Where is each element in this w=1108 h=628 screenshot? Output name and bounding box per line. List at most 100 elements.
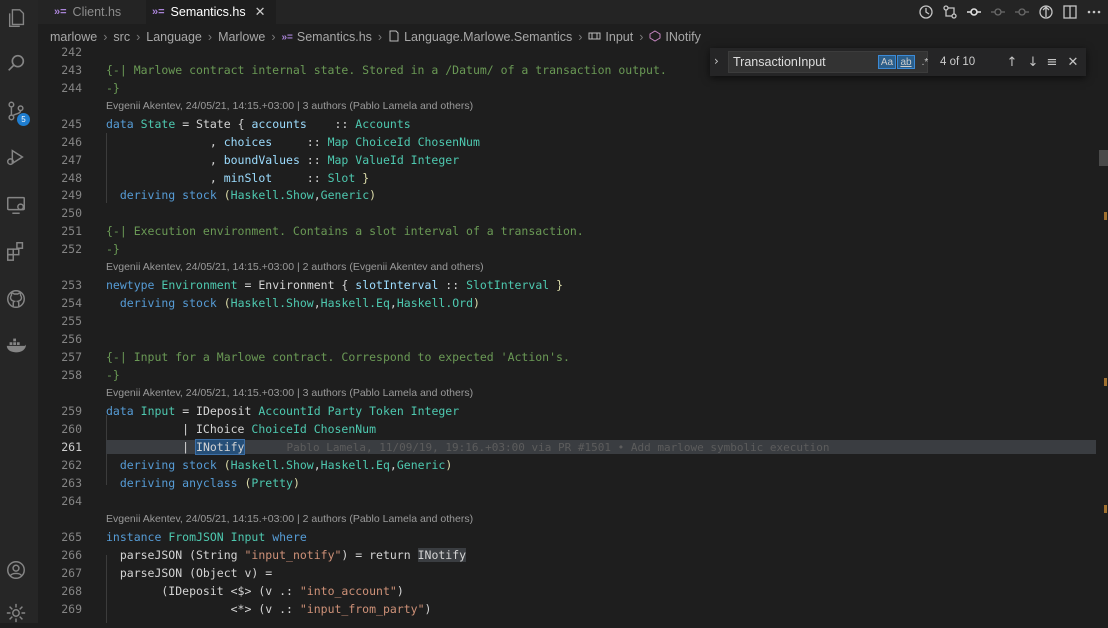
whole-word-toggle[interactable]: ab	[897, 55, 915, 69]
line-number: 245	[61, 117, 82, 131]
tab-semantics-hs[interactable]: »= Semantics.hs ✕	[146, 0, 276, 24]
line-number: 263	[61, 476, 82, 490]
line-number: 265	[61, 530, 82, 544]
search-match-highlight: INotify	[195, 439, 246, 455]
account-icon[interactable]	[1, 555, 31, 585]
breadcrumb-item[interactable]: Language	[146, 30, 202, 44]
breadcrumb-item[interactable]: marlowe	[50, 30, 97, 44]
line-number: 257	[61, 350, 82, 364]
line-number: 249	[61, 188, 82, 202]
haskell-icon: »=	[152, 6, 165, 18]
code-line: parseJSON (String "input_notify") = retu…	[106, 548, 467, 562]
chevron-right-icon: ›	[103, 30, 108, 44]
blame-annotation[interactable]: Evgenii Akentev, 24/05/21, 14:15.+03:00 …	[106, 513, 473, 525]
code-line: deriving stock (Haskell.Show,Generic)	[106, 188, 377, 202]
line-number: 267	[61, 566, 82, 580]
chevron-right-icon[interactable]: ›	[714, 54, 719, 68]
find-in-selection-icon[interactable]: ≡	[1044, 54, 1060, 70]
breadcrumb-item[interactable]: Marlowe	[218, 30, 265, 44]
chevron-right-icon: ›	[271, 30, 276, 44]
breadcrumb-item[interactable]: Semantics.hs	[297, 30, 372, 44]
code-line: deriving stock (Haskell.Show,Haskell.Eq,…	[106, 458, 453, 472]
line-number: 262	[61, 458, 82, 472]
compare-changes-icon[interactable]	[942, 4, 958, 20]
overview-ruler[interactable]	[1099, 45, 1108, 623]
chevron-right-icon: ›	[136, 30, 141, 44]
open-changes-icon[interactable]	[1038, 4, 1054, 20]
line-number: 260	[61, 422, 82, 436]
source-control-badge: 5	[17, 113, 30, 126]
match-count: 4 of 10	[940, 56, 976, 68]
code-line: , boundValues :: Map ValueId Integer	[106, 153, 460, 167]
git-commit-icon[interactable]	[966, 4, 982, 20]
current-line: | INotify Pablo Lamela, 11/09/19, 19:16.+…	[106, 439, 1096, 455]
breadcrumb-item[interactable]: Language.Marlowe.Semantics	[404, 30, 572, 44]
blame-annotation[interactable]: Evgenii Akentev, 24/05/21, 14:15.+03:00 …	[106, 100, 473, 112]
code-line: deriving anyclass (Pretty)	[106, 476, 300, 490]
docker-icon[interactable]	[1, 330, 31, 360]
search-icon[interactable]	[1, 48, 31, 78]
find-widget: › TransactionInput Aa ab .* 4 of 10 ↑ ↓ …	[710, 48, 1086, 76]
remote-explorer-icon[interactable]	[1, 190, 31, 220]
code-line: | IChoice ChoiceId ChosenNum	[106, 422, 377, 436]
constructor-icon	[649, 29, 661, 45]
haskell-icon: »=	[281, 31, 293, 43]
arrow-up-icon[interactable]: ↑	[1004, 54, 1020, 70]
breadcrumb-item[interactable]: src	[113, 30, 130, 44]
line-number: 242	[61, 45, 82, 59]
arrow-down-icon[interactable]: ↓	[1025, 54, 1041, 70]
breadcrumb: marlowe › src › Language › Marlowe › »= Seman…	[50, 28, 701, 46]
code-editor[interactable]: 242 243 244 245 246 247 248 249 250 251 …	[38, 45, 1100, 623]
type-icon	[588, 30, 601, 45]
line-number: 269	[61, 602, 82, 616]
next-change-icon[interactable]	[1014, 4, 1030, 20]
line-number: 243	[61, 63, 82, 77]
code-line: , minSlot :: Slot }	[106, 171, 370, 185]
chevron-right-icon: ›	[639, 30, 644, 44]
github-icon[interactable]	[1, 284, 31, 314]
code-line: -}	[106, 368, 120, 382]
line-number: 258	[61, 368, 82, 382]
activity-bar: 5	[0, 0, 38, 623]
line-number: 247	[61, 153, 82, 167]
more-actions-icon[interactable]	[1086, 4, 1102, 20]
scrollbar-thumb[interactable]	[1099, 150, 1108, 166]
blame-annotation[interactable]: Evgenii Akentev, 24/05/21, 14:15.+03:00 …	[106, 387, 473, 399]
previous-change-icon[interactable]	[990, 4, 1006, 20]
match-case-toggle[interactable]: Aa	[878, 55, 896, 69]
extensions-icon[interactable]	[1, 236, 31, 266]
line-number: 248	[61, 171, 82, 185]
tab-label: Semantics.hs	[170, 5, 246, 19]
blame-annotation[interactable]: Evgenii Akentev, 24/05/21, 14:15.+03:00 …	[106, 261, 484, 273]
timeline-icon[interactable]	[918, 4, 934, 20]
overview-marker	[1104, 378, 1107, 386]
breadcrumb-item[interactable]: Input	[605, 30, 633, 44]
code-line: data State = State { accounts :: Account…	[106, 117, 411, 131]
tab-bar: »= Client.hs »= Semantics.hs ✕	[38, 0, 1108, 24]
code-line: <*> (v .: "input_from_party")	[106, 602, 432, 616]
code-line: {-| Marlowe contract internal state. Sto…	[106, 63, 667, 77]
close-icon[interactable]: ✕	[255, 4, 266, 20]
explorer-icon[interactable]	[2, 3, 32, 33]
module-icon	[388, 30, 400, 45]
breadcrumb-item[interactable]: INotify	[665, 30, 700, 44]
line-number: 250	[61, 206, 82, 220]
settings-gear-icon[interactable]	[1, 598, 31, 628]
line-number: 268	[61, 584, 82, 598]
code-line: -}	[106, 81, 120, 95]
code-line: , choices :: Map ChoiceId ChosenNum	[106, 135, 480, 149]
regex-toggle[interactable]: .*	[917, 55, 933, 69]
close-icon[interactable]: ✕	[1065, 54, 1081, 70]
run-debug-icon[interactable]	[1, 142, 31, 172]
chevron-right-icon: ›	[207, 30, 213, 44]
line-number: 261	[61, 440, 82, 454]
inline-blame: Pablo Lamela, 11/09/19, 19:16.+03:00 via…	[286, 441, 830, 454]
line-number: 253	[61, 278, 82, 292]
line-number: 259	[61, 404, 82, 418]
line-number: 254	[61, 296, 82, 310]
line-number: 244	[61, 81, 82, 95]
code-line: (IDeposit <$> (v .: "into_account")	[106, 584, 404, 598]
overview-marker	[1104, 505, 1107, 513]
split-editor-icon[interactable]	[1062, 4, 1078, 20]
tab-client-hs[interactable]: »= Client.hs	[48, 0, 150, 24]
